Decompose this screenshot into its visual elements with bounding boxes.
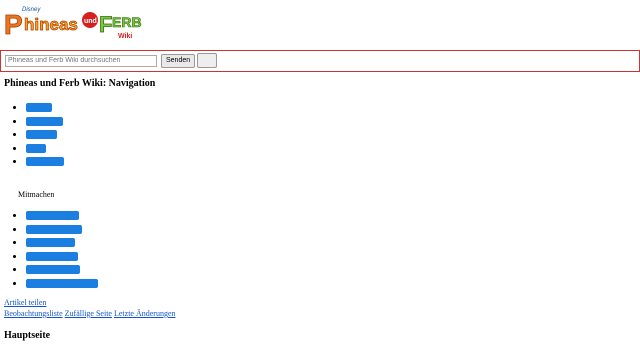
wiki-logo[interactable]: Disney P hineas und F ERB Wiki <box>2 2 142 42</box>
bullet-icon <box>13 281 16 285</box>
mitmachen-link[interactable] <box>26 238 75 247</box>
bullet-icon <box>13 106 16 109</box>
search-bar: Senden <box>0 50 640 72</box>
navigation-title: Phineas und Ferb Wiki: Navigation <box>4 78 156 89</box>
page-title: Hauptseite <box>4 330 51 341</box>
bullet-icon <box>13 254 16 258</box>
nav-link[interactable] <box>26 143 46 153</box>
disney-logo-text: Disney <box>22 7 41 13</box>
search-input[interactable] <box>5 55 157 67</box>
bullet-icon <box>13 268 16 271</box>
logo-text-wiki: Wiki <box>118 33 132 40</box>
recent-changes-link[interactable]: Letzte Änderungen <box>114 309 176 318</box>
bullet-icon <box>13 227 16 231</box>
bullet-icon <box>13 119 16 123</box>
nav-link[interactable] <box>26 130 57 139</box>
search-submit-button[interactable]: Senden <box>161 54 196 68</box>
bullet-icon <box>13 133 16 136</box>
logo-text-und: und <box>84 18 97 25</box>
share-links: Artikel teilen <box>4 298 46 307</box>
svg-text:P: P <box>4 9 23 40</box>
bullet-icon <box>13 241 16 244</box>
mitmachen-heading: Mitmachen <box>18 190 55 199</box>
nav-link[interactable] <box>26 157 64 166</box>
mitmachen-link[interactable] <box>26 251 78 261</box>
nav-link[interactable] <box>26 116 63 126</box>
mitmachen-link[interactable] <box>26 224 82 234</box>
tool-links: Beobachtungsliste Zufällige Seite Letzte… <box>4 309 176 318</box>
mitmachen-link[interactable] <box>26 211 79 220</box>
mitmachen-link[interactable] <box>26 265 80 274</box>
bullet-icon <box>13 160 16 163</box>
logo-text-phineas: hineas <box>24 15 78 34</box>
mitmachen-link[interactable] <box>26 278 98 288</box>
logo-text-ferb: ERB <box>112 14 142 30</box>
random-page-link[interactable]: Zufällige Seite <box>65 309 112 318</box>
bullet-icon <box>13 214 16 217</box>
nav-link[interactable] <box>26 103 52 112</box>
bullet-icon <box>13 146 16 150</box>
share-article-link[interactable]: Artikel teilen <box>4 298 46 307</box>
svg-text:F: F <box>99 12 112 37</box>
watchlist-link[interactable]: Beobachtungsliste <box>4 309 63 318</box>
search-extra-button[interactable] <box>197 53 217 68</box>
